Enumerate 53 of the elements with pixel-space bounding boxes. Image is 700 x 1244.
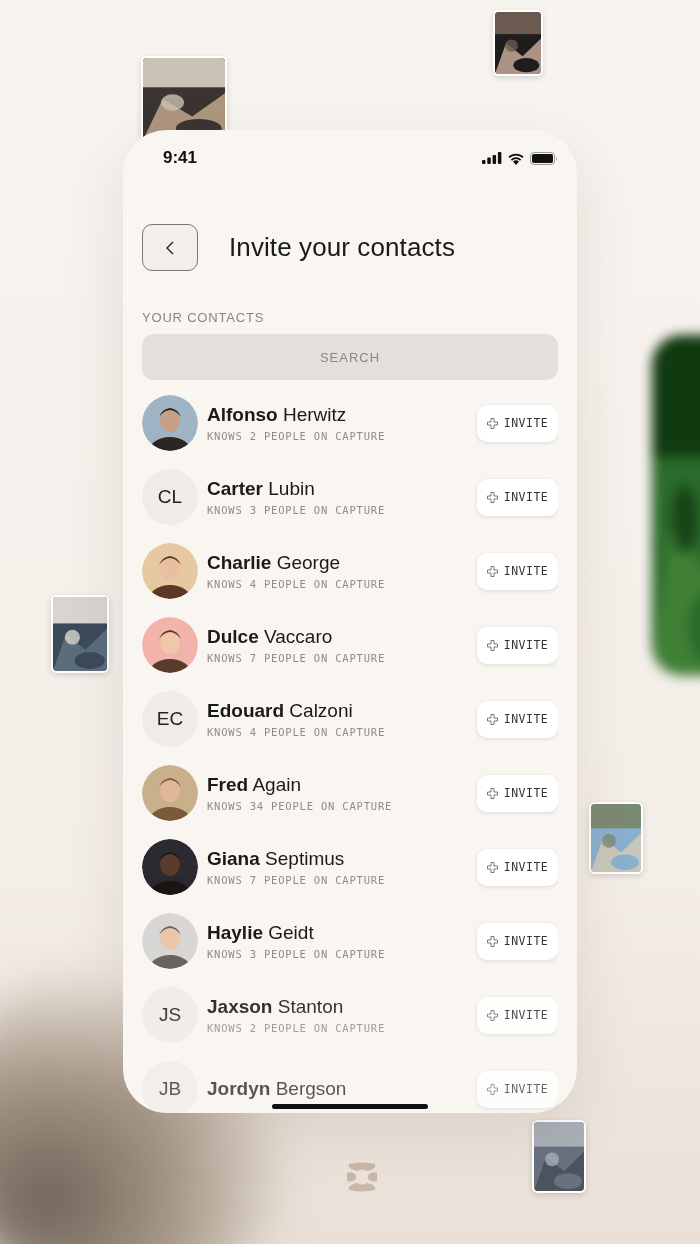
plus-icon	[486, 1083, 498, 1095]
contact-name: Alfonso Herwitz	[207, 404, 348, 426]
invite-button[interactable]: INVITE	[477, 700, 558, 738]
mutual-count: KNOWS 34 PEOPLE ON CAPTURE	[207, 800, 394, 812]
invite-button[interactable]: INVITE	[477, 478, 558, 516]
plus-icon	[486, 417, 498, 429]
invite-button[interactable]: INVITE	[477, 922, 558, 960]
section-label: YOUR CONTACTS	[142, 310, 266, 325]
invite-button[interactable]: INVITE	[477, 774, 558, 812]
contact-name: Giana Septimus	[207, 848, 346, 870]
status-time: 9:41	[163, 148, 198, 168]
invite-button[interactable]: INVITE	[477, 1070, 558, 1108]
avatar-initials: CL	[142, 469, 198, 525]
chevron-left-icon	[165, 239, 175, 256]
contact-name: Fred Again	[207, 774, 302, 796]
mutual-count: KNOWS 4 PEOPLE ON CAPTURE	[207, 578, 387, 590]
invite-button[interactable]: INVITE	[477, 552, 558, 590]
signal-icon	[482, 152, 502, 164]
wifi-icon	[507, 151, 525, 165]
contact-name: Edouard Calzoni	[207, 700, 354, 722]
contact-name: Jaxson Stanton	[207, 996, 345, 1018]
search-field[interactable]: SEARCH	[142, 334, 558, 380]
avatar-initials: JB	[142, 1061, 198, 1113]
contact-name: Haylie Geidt	[207, 922, 315, 944]
plus-icon	[486, 565, 498, 577]
back-button[interactable]	[142, 224, 198, 271]
flower-icon	[345, 1162, 379, 1192]
plus-icon	[486, 1009, 498, 1021]
plus-icon	[486, 713, 498, 725]
invite-button[interactable]: INVITE	[477, 848, 558, 886]
mutual-count: KNOWS 2 PEOPLE ON CAPTURE	[207, 1022, 387, 1034]
avatar-initials: JS	[142, 987, 198, 1043]
plus-icon	[486, 787, 498, 799]
mutual-count: KNOWS 7 PEOPLE ON CAPTURE	[207, 874, 387, 886]
page-title: Invite your contacts	[229, 232, 455, 263]
contact-name: Carter Lubin	[207, 478, 316, 500]
invite-button[interactable]: INVITE	[477, 996, 558, 1034]
mutual-count: KNOWS 7 PEOPLE ON CAPTURE	[207, 652, 387, 664]
mutual-count: KNOWS 4 PEOPLE ON CAPTURE	[207, 726, 387, 738]
mutual-count: KNOWS 2 PEOPLE ON CAPTURE	[207, 430, 387, 442]
contact-name: Dulce Vaccaro	[207, 626, 334, 648]
plus-icon	[486, 935, 498, 947]
mutual-count: KNOWS 3 PEOPLE ON CAPTURE	[207, 504, 387, 516]
avatar-initials: EC	[142, 691, 198, 747]
battery-icon	[530, 151, 558, 165]
plus-icon	[486, 639, 498, 651]
invite-button[interactable]: INVITE	[477, 626, 558, 664]
invite-button[interactable]: INVITE	[477, 404, 558, 442]
plus-icon	[486, 491, 498, 503]
contact-name: Charlie George	[207, 552, 342, 574]
mutual-count: KNOWS 3 PEOPLE ON CAPTURE	[207, 948, 387, 960]
contact-name: Jordyn Bergson	[207, 1078, 348, 1100]
plus-icon	[486, 861, 498, 873]
